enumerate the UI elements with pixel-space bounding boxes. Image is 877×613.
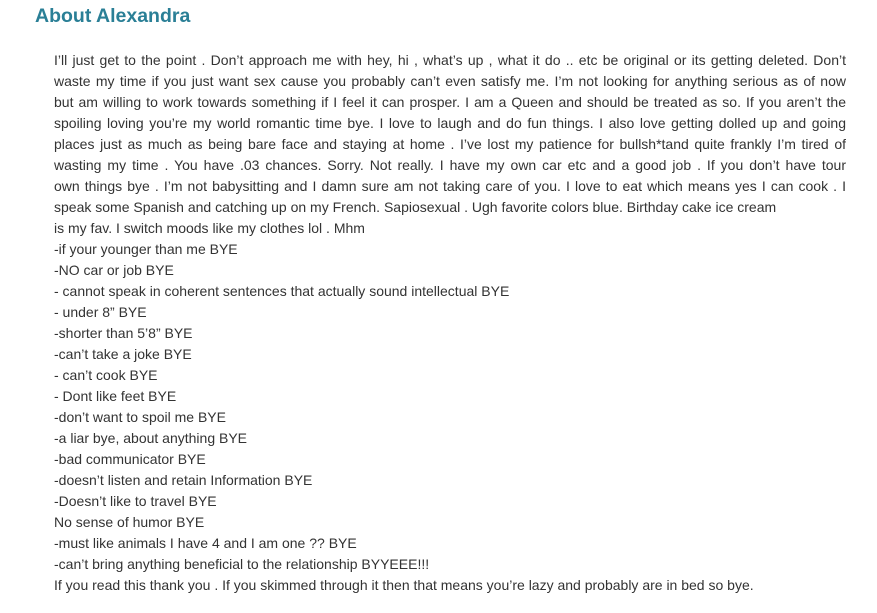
list-item: -a liar bye, about anything BYE xyxy=(54,430,248,446)
about-text-line: but am willing to work towards something… xyxy=(54,94,846,110)
list-item: - cannot speak in coherent sentences tha… xyxy=(54,283,510,299)
list-item: -if your younger than me BYE xyxy=(54,241,238,257)
about-text-line: places just as much as being bare face a… xyxy=(54,136,846,152)
section-title: About Alexandra xyxy=(35,5,191,27)
list-item: -can’t take a joke BYE xyxy=(54,346,192,362)
about-text-line: own things bye . I’m not babysitting and… xyxy=(54,178,846,194)
about-text-line: I’ll just get to the point . Don’t appro… xyxy=(54,52,846,68)
list-item: -shorter than 5’8” BYE xyxy=(54,325,193,341)
about-text-line: spoiling loving you’re my world romantic… xyxy=(54,115,846,131)
about-text-line: waste my time if you just want sex cause… xyxy=(54,73,846,89)
closing-line: If you read this thank you . If you skim… xyxy=(54,577,754,593)
list-item: -must like animals I have 4 and I am one… xyxy=(54,535,357,551)
list-item: -don’t want to spoil me BYE xyxy=(54,409,226,425)
list-item: - can’t cook BYE xyxy=(54,367,158,383)
list-item: - Dont like feet BYE xyxy=(54,388,177,404)
list-item: -Doesn’t like to travel BYE xyxy=(54,493,217,509)
about-text: I’ll just get to the point . Don’t appro… xyxy=(54,50,846,596)
about-section: About Alexandra I’ll just get to the poi… xyxy=(0,0,877,613)
list-item: -doesn’t listen and retain Information B… xyxy=(54,472,313,488)
about-text-line: wasting my time . You have .03 chances. … xyxy=(54,157,846,173)
list-item: - under 8” BYE xyxy=(54,304,147,320)
about-text-line: is my fav. I switch moods like my clothe… xyxy=(54,220,365,236)
list-item: No sense of humor BYE xyxy=(54,514,205,530)
about-text-line: speak some Spanish and catching up on my… xyxy=(54,199,777,215)
list-item: -bad communicator BYE xyxy=(54,451,206,467)
list-item: -NO car or job BYE xyxy=(54,262,174,278)
list-item: -can’t bring anything beneficial to the … xyxy=(54,556,430,572)
